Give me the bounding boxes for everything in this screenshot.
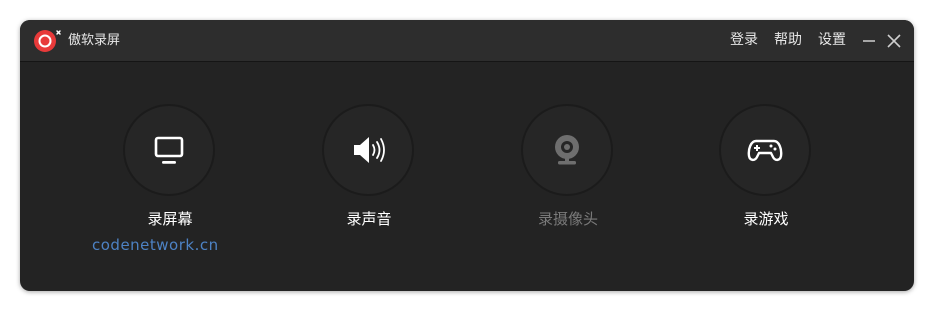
gamepad-icon (747, 139, 783, 162)
record-audio-button[interactable]: 录声音 (299, 104, 439, 264)
app-window: 傲软录屏 登录 帮助 设置 录屏幕 录声音 录摄像头 录游戏 codenetwo… (20, 20, 914, 291)
help-link[interactable]: 帮助 (774, 30, 802, 50)
record-game-circle (719, 104, 811, 196)
record-webcam-circle (521, 104, 613, 196)
minimize-icon[interactable] (859, 31, 879, 51)
speaker-icon (354, 137, 385, 163)
record-screen-label: 录屏幕 (147, 210, 193, 228)
record-audio-label: 录声音 (346, 210, 392, 228)
record-screen-circle (123, 104, 215, 196)
watermark-text: codenetwork.cn (92, 236, 219, 254)
webcam-icon (555, 135, 579, 165)
monitor-icon (154, 136, 184, 164)
record-game-label: 录游戏 (743, 210, 789, 228)
settings-link[interactable]: 设置 (818, 30, 846, 50)
record-webcam-label: 录摄像头 (537, 210, 598, 228)
title-bar: 傲软录屏 登录 帮助 设置 (20, 20, 914, 62)
record-game-button[interactable]: 录游戏 (696, 104, 836, 264)
app-title: 傲软录屏 (68, 33, 121, 48)
record-audio-circle (322, 104, 414, 196)
close-icon[interactable] (884, 31, 904, 51)
app-logo-icon (34, 30, 61, 52)
login-link[interactable]: 登录 (730, 30, 758, 50)
record-webcam-button[interactable]: 录摄像头 (498, 104, 638, 264)
